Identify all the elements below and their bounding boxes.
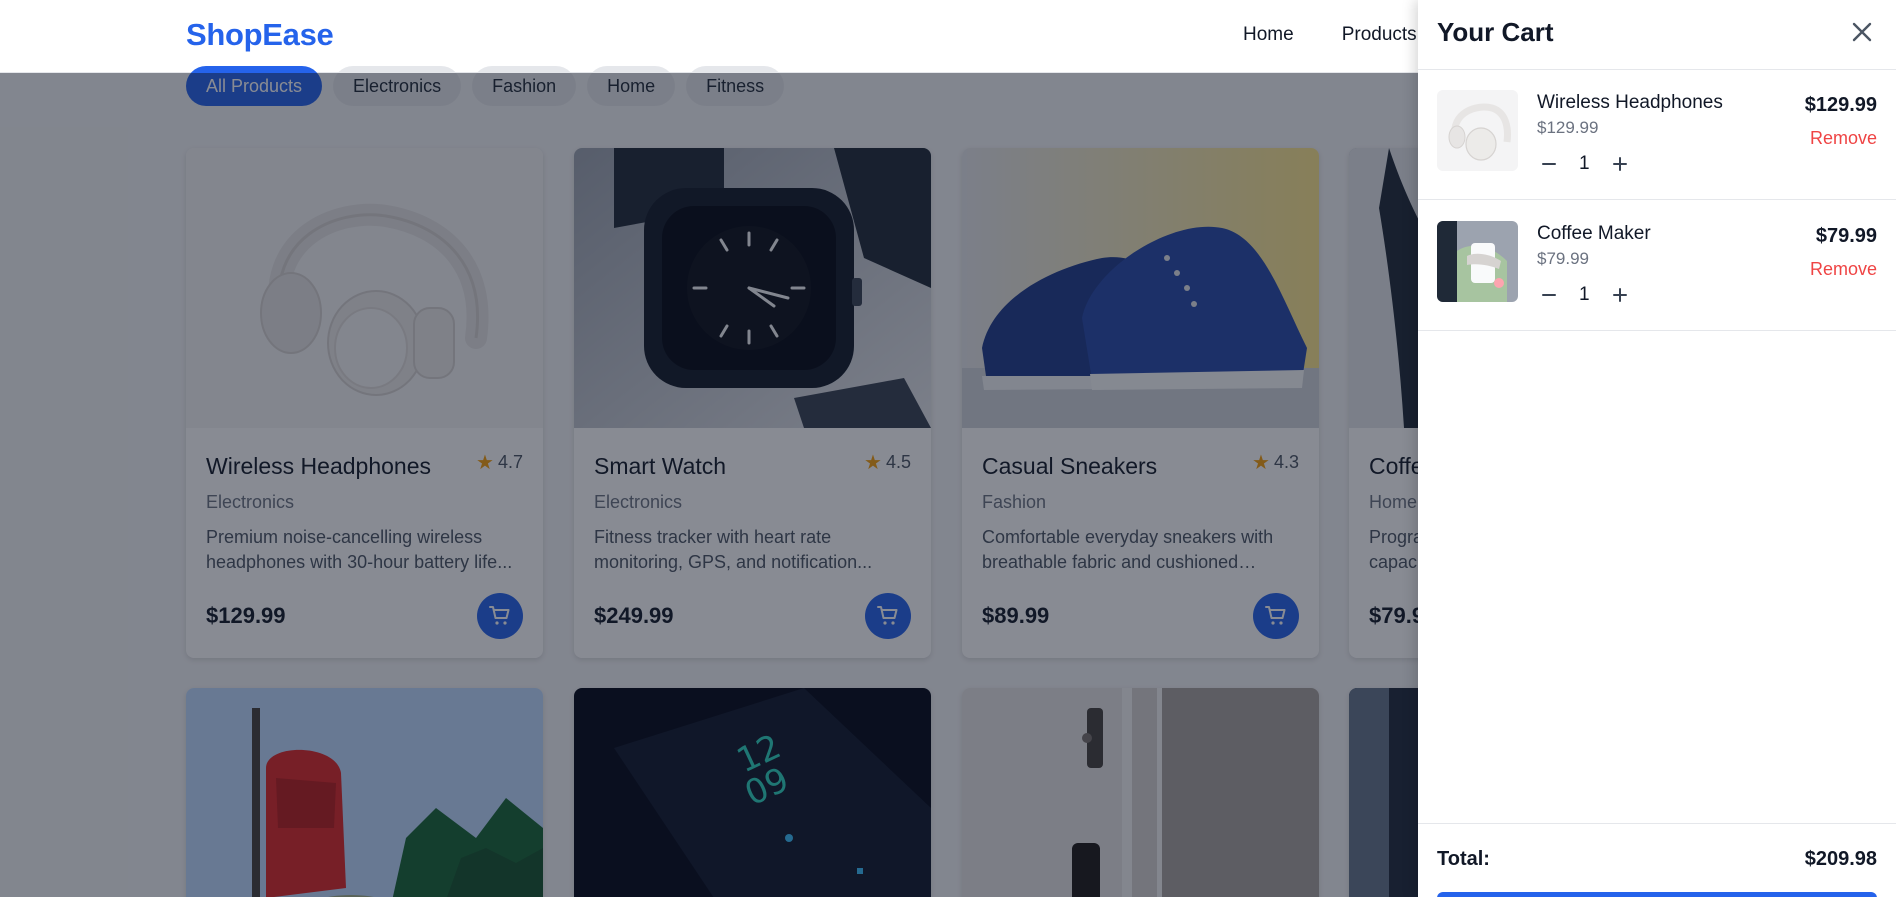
quantity-stepper: 1 bbox=[1537, 152, 1632, 176]
decrease-quantity-button[interactable] bbox=[1537, 152, 1561, 176]
cart-item-unit-price: $129.99 bbox=[1537, 118, 1599, 137]
close-icon bbox=[1852, 22, 1872, 42]
nav-products[interactable]: Products bbox=[1342, 24, 1417, 46]
increase-quantity-button[interactable] bbox=[1608, 283, 1632, 307]
checkout-button[interactable] bbox=[1437, 892, 1877, 897]
remove-item-button[interactable]: Remove bbox=[1810, 259, 1877, 280]
increase-quantity-button[interactable] bbox=[1608, 152, 1632, 176]
cart-item-total: $79.99 bbox=[1815, 225, 1877, 247]
cart-title: Your Cart bbox=[1437, 17, 1554, 47]
cart-item-unit-price: $79.99 bbox=[1537, 249, 1589, 268]
cart-item: Wireless Headphones $129.99 1 $129.99 Re… bbox=[1418, 70, 1896, 200]
quantity-value: 1 bbox=[1579, 153, 1590, 174]
main-nav: Home Products bbox=[1243, 24, 1417, 46]
total-value: $209.98 bbox=[1804, 848, 1877, 870]
minus-icon bbox=[1542, 294, 1556, 296]
cart-drawer: Your Cart Wireless Headphones $129.99 1 bbox=[1418, 0, 1896, 897]
cart-header: Your Cart bbox=[1418, 0, 1896, 70]
cart-footer: Total: $209.98 bbox=[1418, 823, 1896, 897]
cart-item-name: Coffee Maker bbox=[1537, 223, 1651, 244]
minus-icon bbox=[1542, 163, 1556, 165]
plus-icon bbox=[1612, 288, 1627, 302]
quantity-stepper: 1 bbox=[1537, 283, 1632, 307]
remove-item-button[interactable]: Remove bbox=[1810, 128, 1877, 149]
coffee-maker-thumb bbox=[1437, 221, 1518, 302]
plus-icon bbox=[1612, 157, 1627, 171]
cart-item: Coffee Maker $79.99 1 $79.99 Remove bbox=[1418, 201, 1896, 331]
cart-item-total: $129.99 bbox=[1804, 94, 1877, 116]
logo[interactable]: ShopEase bbox=[186, 17, 334, 53]
backdrop-overlay[interactable] bbox=[0, 73, 1418, 897]
cart-item-name: Wireless Headphones bbox=[1537, 92, 1723, 113]
decrease-quantity-button[interactable] bbox=[1537, 283, 1561, 307]
headphones-thumb bbox=[1437, 90, 1518, 171]
nav-home[interactable]: Home bbox=[1243, 24, 1294, 46]
total-label: Total: bbox=[1437, 848, 1490, 870]
close-cart-button[interactable] bbox=[1848, 18, 1876, 46]
quantity-value: 1 bbox=[1579, 284, 1590, 305]
